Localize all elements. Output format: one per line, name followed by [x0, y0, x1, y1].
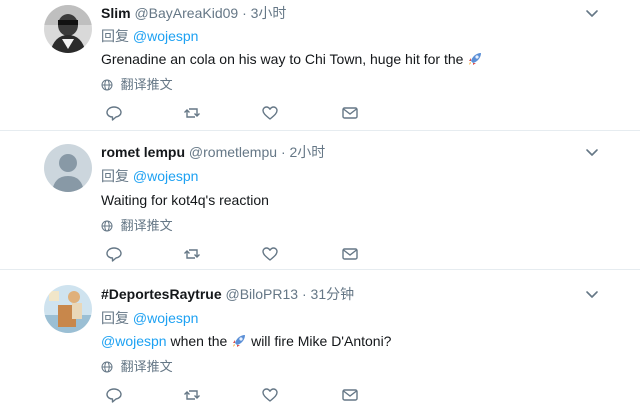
avatar[interactable]	[44, 5, 92, 53]
retweet-icon[interactable]	[183, 245, 203, 265]
timestamp[interactable]: 31分钟	[311, 286, 355, 302]
author-handle[interactable]: @BayAreaKid09	[134, 5, 238, 21]
tweet-header: romet lempu @rometlempu · 2小时	[101, 143, 325, 161]
reply-prefix: 回复	[101, 168, 129, 184]
tweet-text: Waiting for kot4q's reaction	[101, 190, 269, 210]
timestamp[interactable]: 2小时	[290, 144, 326, 160]
tweet-header: Slim @BayAreaKid09 · 3小时	[101, 4, 286, 22]
translate-label: 翻译推文	[120, 218, 173, 233]
reply-mention[interactable]: @wojespn	[133, 168, 199, 184]
author-name[interactable]: Slim	[101, 5, 131, 21]
reply-mention[interactable]: @wojespn	[133, 310, 199, 326]
globe-icon	[101, 220, 113, 232]
reply-mention[interactable]: @wojespn	[133, 28, 199, 44]
tweet-header: #DeportesRaytrue @BiloPR13 · 31分钟	[101, 285, 354, 303]
chevron-down-icon[interactable]	[584, 6, 600, 22]
author-handle[interactable]: @BiloPR13	[226, 286, 299, 302]
tweet-actions	[101, 386, 381, 406]
globe-icon	[101, 361, 113, 373]
avatar[interactable]	[44, 285, 92, 333]
reply-prefix: 回复	[101, 28, 129, 44]
retweet-icon[interactable]	[183, 386, 203, 406]
translate-label: 翻译推文	[120, 359, 173, 374]
message-icon[interactable]	[341, 386, 361, 406]
chevron-down-icon[interactable]	[584, 287, 600, 303]
rocket-icon	[467, 51, 483, 67]
reply-icon[interactable]	[105, 104, 125, 124]
message-icon[interactable]	[341, 104, 361, 124]
separator: ·	[301, 286, 307, 302]
translate-label: 翻译推文	[120, 77, 173, 92]
retweet-icon[interactable]	[183, 104, 203, 124]
like-icon[interactable]	[261, 245, 281, 265]
tweet[interactable]: #DeportesRaytrue @BiloPR13 · 31分钟 回复 @wo…	[0, 270, 640, 411]
translate-tweet-link[interactable]: 翻译推文	[101, 77, 173, 93]
tweet[interactable]: Slim @BayAreaKid09 · 3小时 回复 @wojespn Gre…	[0, 0, 640, 130]
tweet[interactable]: romet lempu @rometlempu · 2小时 回复 @wojesp…	[0, 131, 640, 269]
reply-context: 回复 @wojespn	[101, 167, 198, 185]
author-name[interactable]: #DeportesRaytrue	[101, 286, 222, 302]
avatar[interactable]	[44, 144, 92, 192]
reply-context: 回复 @wojespn	[101, 27, 198, 45]
tweet-text: Grenadine an cola on his way to Chi Town…	[101, 49, 483, 69]
chevron-down-icon[interactable]	[584, 145, 600, 161]
tweet-text: @wojespn when the will fire Mike D'Anton…	[101, 331, 391, 351]
tweet-feed: Slim @BayAreaKid09 · 3小时 回复 @wojespn Gre…	[0, 0, 640, 411]
like-icon[interactable]	[261, 386, 281, 406]
author-handle[interactable]: @rometlempu	[189, 144, 277, 160]
author-name[interactable]: romet lempu	[101, 144, 185, 160]
tweet-text-content: when the	[166, 333, 232, 349]
reply-icon[interactable]	[105, 245, 125, 265]
message-icon[interactable]	[341, 245, 361, 265]
separator: ·	[242, 5, 247, 21]
separator: ·	[280, 144, 286, 160]
translate-tweet-link[interactable]: 翻译推文	[101, 359, 173, 375]
tweet-text-tail: will fire Mike D'Antoni?	[247, 333, 392, 349]
tweet-actions	[101, 245, 381, 265]
translate-tweet-link[interactable]: 翻译推文	[101, 218, 173, 234]
tweet-text-content: Grenadine an cola on his way to Chi Town…	[101, 51, 464, 67]
reply-prefix: 回复	[101, 310, 129, 326]
tweet-text-content: Waiting for kot4q's reaction	[101, 192, 269, 208]
rocket-icon	[231, 333, 247, 349]
timestamp[interactable]: 3小时	[251, 5, 287, 21]
like-icon[interactable]	[261, 104, 281, 124]
reply-context: 回复 @wojespn	[101, 309, 198, 327]
text-mention[interactable]: @wojespn	[101, 333, 167, 349]
tweet-actions	[101, 104, 381, 124]
globe-icon	[101, 79, 113, 91]
reply-icon[interactable]	[105, 386, 125, 406]
